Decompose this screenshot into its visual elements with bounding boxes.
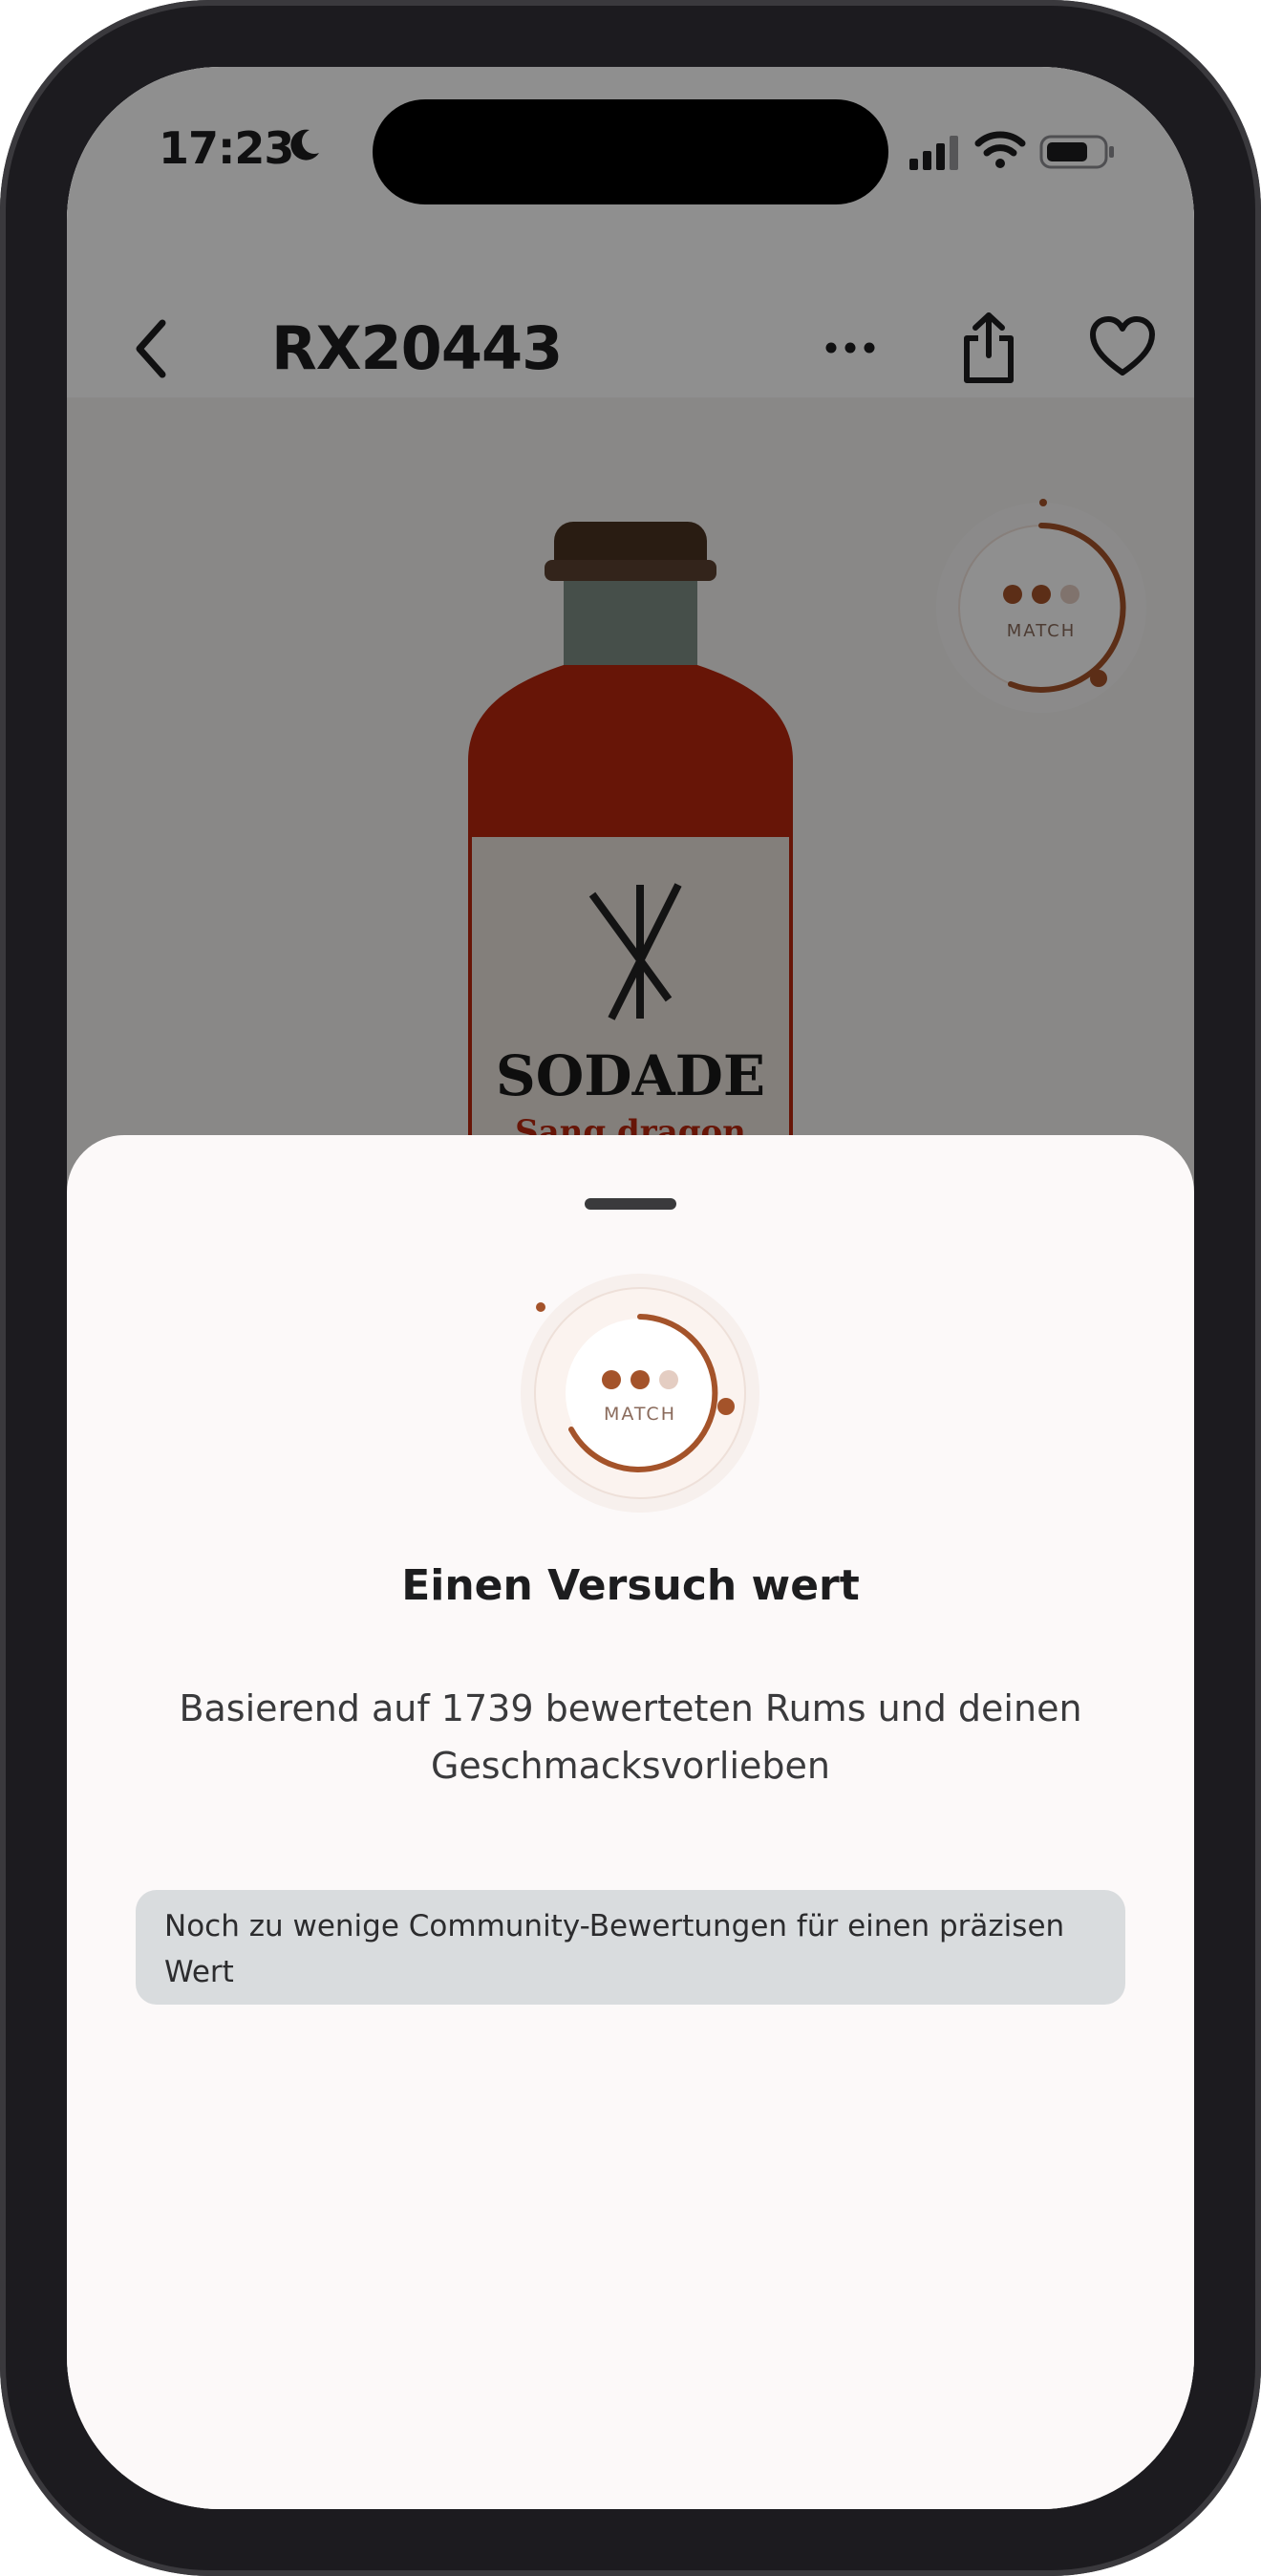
match-label-large: MATCH (604, 1404, 676, 1425)
screen: 17:23 RX20443 SODADE Sang dragon MATCH M… (67, 67, 1194, 2509)
sheet-grabber[interactable] (585, 1198, 676, 1210)
match-sheet: MATCH Einen Versuch wert Basierend auf 1… (67, 1135, 1194, 2509)
sheet-title: Einen Versuch wert (401, 1561, 860, 1610)
phone-frame: 17:23 RX20443 SODADE Sang dragon MATCH M… (0, 0, 1261, 2576)
match-badge-large: MATCH (521, 1274, 759, 1513)
sheet-subtitle: Basierend auf 1739 bewerteten Rums und d… (179, 1687, 1082, 1787)
info-text: Noch zu wenige Community-Bewertungen für… (164, 1909, 1065, 1989)
info-box: Noch zu wenige Community-Bewertungen für… (136, 1890, 1125, 2005)
